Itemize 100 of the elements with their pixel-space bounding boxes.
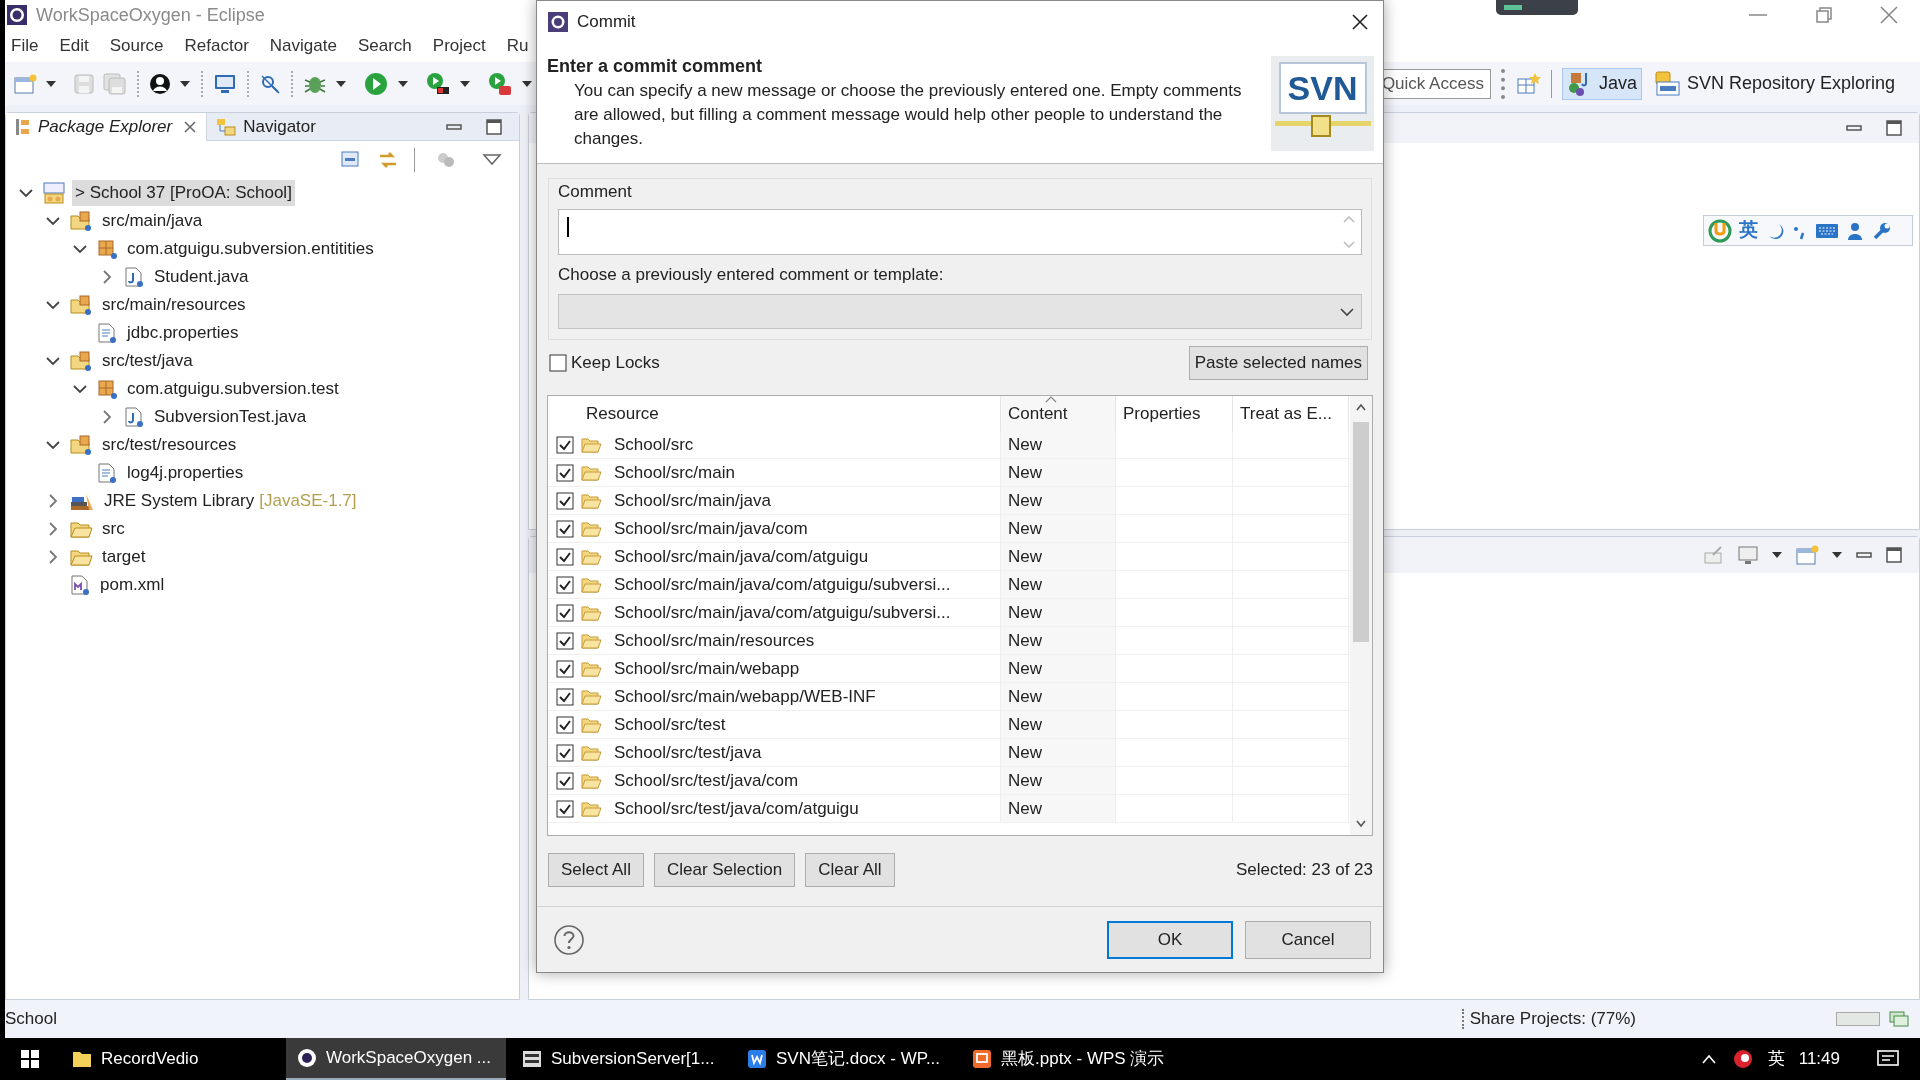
tree-item[interactable]: src/main/java: [99, 208, 206, 234]
checkbox[interactable]: [556, 603, 574, 622]
checkbox[interactable]: [556, 771, 574, 790]
tree-item[interactable]: SubversionTest.java: [151, 404, 310, 430]
menu-item[interactable]: Project: [430, 33, 488, 59]
taskbar-button[interactable]: WorkSpaceOxygen ...: [286, 1038, 506, 1080]
table-cell: New: [1001, 487, 1116, 514]
menu-item[interactable]: Source: [107, 33, 166, 59]
view-menu-icon[interactable]: [481, 152, 503, 168]
restore-icon[interactable]: [1814, 5, 1834, 25]
package-icon: [96, 238, 118, 260]
checkbox[interactable]: [556, 463, 574, 482]
eclipse-logo-icon: [547, 11, 569, 33]
tree-item[interactable]: src/test/resources: [99, 432, 240, 458]
tree-item[interactable]: src/main/resources: [99, 292, 249, 318]
skip-breakpoints-icon[interactable]: [259, 72, 281, 95]
table-cell-text: School/src/test: [614, 713, 726, 736]
caret-icon[interactable]: [397, 78, 409, 89]
panel-tab[interactable]: Package Explorer: [6, 112, 208, 141]
checkbox[interactable]: [556, 547, 574, 566]
wrench-icon[interactable]: [1871, 220, 1891, 241]
checkbox[interactable]: [556, 743, 574, 762]
tree-item[interactable]: target: [99, 544, 149, 570]
maximize-icon[interactable]: [485, 117, 503, 136]
monitor-icon[interactable]: [213, 72, 237, 95]
comment-field[interactable]: [558, 209, 1362, 255]
caret-icon[interactable]: [335, 78, 347, 89]
properties-file-icon: [96, 322, 118, 344]
selection-button[interactable]: Select All: [548, 853, 644, 887]
caret-icon[interactable]: [459, 78, 471, 89]
perspective-button[interactable]: SVN Repository Exploring: [1647, 67, 1900, 100]
ime-language-toggle[interactable]: 英: [1739, 216, 1758, 245]
table-cell: New: [1001, 515, 1116, 542]
checkbox[interactable]: [556, 491, 574, 510]
source-folder-icon: [69, 294, 93, 316]
run-coverage-icon[interactable]: [425, 70, 451, 97]
dialog-title: Commit: [577, 11, 636, 34]
checkbox[interactable]: [556, 799, 574, 818]
tree-item[interactable]: pom.xml: [97, 572, 168, 598]
checkbox[interactable]: [549, 354, 567, 372]
monitor-icon[interactable]: [1737, 545, 1759, 565]
clock[interactable]: 11:49: [1798, 1046, 1840, 1072]
tree-item[interactable]: jdbc.properties: [124, 320, 242, 346]
menu-item[interactable]: Navigate: [267, 33, 339, 59]
help-icon[interactable]: [553, 924, 585, 956]
external-tools-icon[interactable]: [487, 70, 513, 97]
caret-icon[interactable]: [45, 78, 57, 89]
checkbox[interactable]: [556, 435, 574, 454]
menu-item[interactable]: Edit: [57, 33, 91, 59]
ime-logo-icon[interactable]: [1708, 218, 1732, 243]
tree-item[interactable]: Student.java: [151, 264, 252, 290]
status-text: School: [5, 1008, 57, 1031]
field-label: Choose a previously entered comment or template:: [558, 264, 945, 286]
console-icon: [521, 1048, 543, 1070]
perspective-button[interactable]: Java: [1561, 67, 1642, 100]
tree-item[interactable]: com.atguigu.subversion.entitities: [124, 236, 377, 262]
checkbox[interactable]: [556, 631, 574, 650]
properties-file-icon: [96, 462, 118, 484]
chevron-up-icon[interactable]: [1699, 1052, 1718, 1066]
collapse-all-icon[interactable]: [340, 150, 362, 170]
checkbox[interactable]: [556, 687, 574, 706]
column-header[interactable]: Content: [1001, 396, 1116, 431]
cancel-button[interactable]: Cancel: [1245, 921, 1371, 959]
caret-icon[interactable]: [179, 78, 191, 89]
menu-item[interactable]: Refactor: [182, 33, 251, 59]
tree-item[interactable]: log4j.properties: [124, 460, 247, 486]
ok-button[interactable]: OK: [1107, 921, 1233, 959]
run-icon[interactable]: [363, 70, 389, 97]
scrollbar[interactable]: [1350, 396, 1372, 835]
scroll-thumb[interactable]: [1353, 422, 1369, 642]
table-cell: New: [1001, 543, 1116, 570]
tree-item[interactable]: src: [99, 516, 128, 542]
checkbox[interactable]: [556, 715, 574, 734]
dialog-heading: Enter a commit comment: [547, 55, 764, 78]
selection-button[interactable]: Clear All: [805, 853, 895, 887]
caret-icon[interactable]: [1831, 550, 1843, 560]
menu-item[interactable]: File: [9, 33, 41, 59]
progress-view-icon[interactable]: [1888, 1010, 1910, 1028]
maximize-icon[interactable]: [1885, 546, 1903, 564]
selection-button[interactable]: Clear Selection: [653, 853, 796, 887]
table-cell-text: School/src/test/java/com: [614, 769, 799, 792]
paste-names-button[interactable]: Paste selected names: [1188, 346, 1368, 380]
menu-item[interactable]: Ru: [504, 33, 531, 59]
caret-icon[interactable]: [521, 78, 533, 89]
checkbox[interactable]: [556, 519, 574, 538]
tree-item[interactable]: src/test/java: [99, 348, 196, 374]
keyboard-icon[interactable]: [1815, 221, 1839, 240]
checkbox[interactable]: [556, 575, 574, 594]
maximize-icon[interactable]: [1885, 119, 1903, 137]
ime-indicator[interactable]: 英: [1767, 1046, 1785, 1072]
tree-item[interactable]: > School 37 [ProOA: School]: [72, 180, 295, 206]
panel-tab[interactable]: Navigator: [207, 112, 324, 141]
checkbox[interactable]: [556, 659, 574, 678]
caret-icon[interactable]: [1771, 550, 1783, 560]
table-cell: New: [1001, 431, 1116, 458]
person-icon[interactable]: [149, 72, 171, 95]
tree-item[interactable]: com.atguigu.subversion.test: [124, 376, 342, 402]
tray-app-icon[interactable]: [1731, 1048, 1754, 1070]
tree-item[interactable]: JRE System Library: [101, 488, 258, 514]
menu-item[interactable]: Search: [355, 33, 414, 59]
